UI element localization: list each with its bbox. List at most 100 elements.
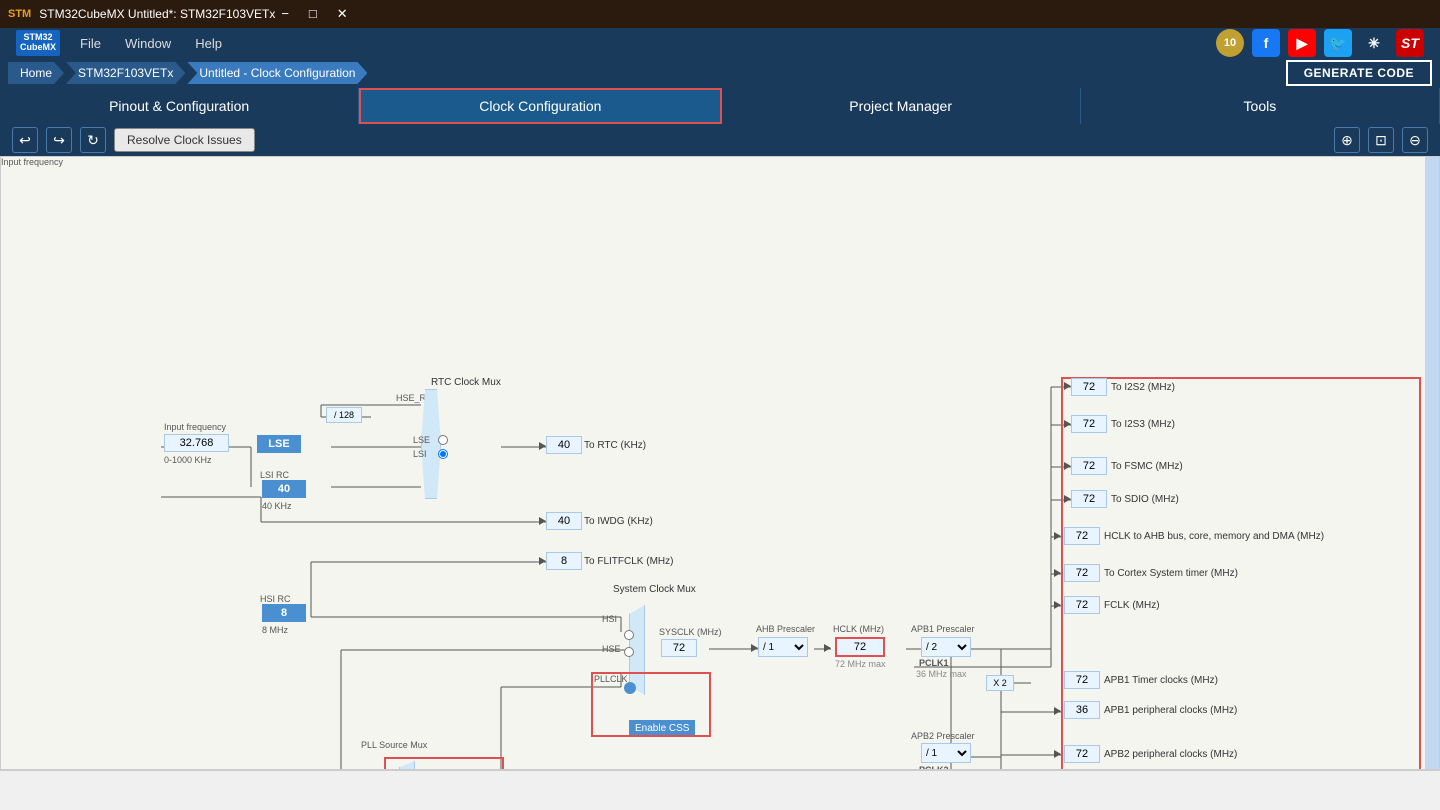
fit-button[interactable]: ⊡ [1368, 127, 1394, 153]
tab-tools[interactable]: Tools [1081, 88, 1440, 124]
menu-window[interactable]: Window [125, 36, 171, 51]
i2s3-label: To I2S3 (MHz) [1111, 419, 1175, 430]
lsi-rc-freq: 40 KHz [262, 501, 292, 511]
network-icon[interactable]: ✳ [1360, 29, 1388, 57]
cortex-val[interactable]: 72 [1064, 564, 1100, 582]
tab-clock[interactable]: Clock Configuration [359, 88, 721, 124]
apb2-periph-val[interactable]: 72 [1064, 745, 1100, 763]
cortex-label: To Cortex System timer (MHz) [1104, 568, 1238, 579]
statusbar [0, 770, 1440, 790]
hclk-max-label: 72 MHz max [835, 659, 886, 669]
menu-help[interactable]: Help [195, 36, 222, 51]
close-btn[interactable]: ✕ [331, 4, 354, 24]
twitter-icon[interactable]: 🐦 [1324, 29, 1352, 57]
lsi-rc-value: 40 [262, 480, 306, 498]
hsi-mux-radio[interactable] [624, 630, 634, 640]
pll-source-mux-label: PLL Source Mux [361, 740, 427, 750]
fclk-val[interactable]: 72 [1064, 596, 1100, 614]
menu-items: File Window Help [80, 36, 1216, 51]
pclk2-label: PCLK2 [919, 765, 949, 770]
minimize-btn[interactable]: − [275, 4, 295, 24]
tab-pinout[interactable]: Pinout & Configuration [0, 88, 359, 124]
rtc-clock-mux-label: RTC Clock Mux [431, 377, 501, 388]
pll-hsi-div2: / 2 [334, 769, 364, 770]
generate-code-button[interactable]: GENERATE CODE [1286, 60, 1432, 86]
hse-mux-radio[interactable] [624, 647, 634, 657]
sdio-top-label: To SDIO (MHz) [1111, 494, 1179, 505]
lse-radio[interactable] [438, 435, 448, 445]
hse-mux-label: HSE [602, 644, 621, 654]
to-flit-label: To FLITFCLK (MHz) [584, 556, 673, 567]
ahb-prescaler-select[interactable]: / 1 [758, 637, 808, 657]
status-right [1429, 775, 1432, 786]
div128-box: / 128 [326, 407, 362, 423]
breadcrumb-config[interactable]: Untitled - Clock Configuration [187, 62, 367, 84]
right-icons: 10 f ▶ 🐦 ✳ ST [1216, 29, 1424, 57]
pllclk-mux-radio[interactable] [624, 682, 636, 694]
i2s3-val[interactable]: 72 [1071, 415, 1107, 433]
flit-val[interactable]: 8 [546, 552, 582, 570]
status-left [8, 775, 11, 786]
apb2-prescaler-label: APB2 Prescaler [911, 731, 975, 741]
tab-bar: Pinout & Configuration Clock Configurati… [0, 88, 1440, 124]
youtube-icon[interactable]: ▶ [1288, 29, 1316, 57]
hsi-rc-label: HSI RC [260, 594, 291, 604]
breadcrumb-bar: Home STM32F103VETx Untitled - Clock Conf… [0, 58, 1440, 88]
sdio-top-val[interactable]: 72 [1071, 490, 1107, 508]
input-freq-range: 0-1000 KHz [164, 455, 212, 465]
hsi-rc-value: 8 [262, 604, 306, 622]
scrollbar[interactable] [1425, 157, 1439, 769]
sysclk-label: SYSCLK (MHz) [659, 627, 722, 637]
st-icon[interactable]: ST [1396, 29, 1424, 57]
fclk-label: FCLK (MHz) [1104, 600, 1160, 611]
hclk-mhz-label: HCLK (MHz) [833, 624, 884, 634]
pll-source-mux-shape [399, 761, 415, 770]
redo-button[interactable]: ↪ [46, 127, 72, 153]
facebook-icon[interactable]: f [1252, 29, 1280, 57]
version-icon: 10 [1216, 29, 1244, 57]
apb2-prescaler-select[interactable]: / 1 [921, 743, 971, 763]
menu-file[interactable]: File [80, 36, 101, 51]
iwdg-val[interactable]: 40 [546, 512, 582, 530]
lsi-radio-label: LSI [413, 449, 427, 459]
sysclk-val[interactable]: 72 [661, 639, 697, 657]
hclk-val-input[interactable] [835, 637, 885, 657]
to-rtc-label: To RTC (KHz) [584, 440, 646, 451]
lse-box: LSE [257, 435, 301, 453]
clock-diagram-canvas: Input frequency Input frequency 32.768 0… [0, 156, 1440, 770]
lsi-rc-label: LSI RC [260, 470, 289, 480]
rtc-val[interactable]: 40 [546, 436, 582, 454]
fsmc-label: To FSMC (MHz) [1111, 461, 1183, 472]
apb1-prescaler-select[interactable]: / 2 [921, 637, 971, 657]
refresh-button[interactable]: ↻ [80, 127, 106, 153]
apb1-x2: X 2 [986, 675, 1014, 691]
breadcrumb-device[interactable]: STM32F103VETx [66, 62, 185, 84]
i2s2-label: To I2S2 (MHz) [1111, 382, 1175, 393]
enable-css-button[interactable]: Enable CSS [629, 720, 695, 737]
ahb-prescaler-label: AHB Prescaler [756, 624, 815, 634]
apb1-periph-val[interactable]: 36 [1064, 701, 1100, 719]
input-freq-label-2: Input frequency [164, 422, 226, 432]
app-logo: STM [8, 8, 31, 20]
apb1-prescaler-label: APB1 Prescaler [911, 624, 975, 634]
titlebar: STM STM32CubeMX Untitled*: STM32F103VETx… [0, 0, 1440, 28]
fsmc-val[interactable]: 72 [1071, 457, 1107, 475]
apb1-timer-val[interactable]: 72 [1064, 671, 1100, 689]
lsi-radio[interactable] [438, 449, 448, 459]
cube-logo: STM32CubeMX [16, 30, 60, 56]
hsi-mux-label: HSI [602, 614, 617, 624]
zoom-in-button[interactable]: ⊕ [1334, 127, 1360, 153]
i2s2-val[interactable]: 72 [1071, 378, 1107, 396]
zoom-out-button[interactable]: ⊖ [1402, 127, 1428, 153]
hclk-ahb-val[interactable]: 72 [1064, 527, 1100, 545]
lse-radio-label: LSE [413, 435, 430, 445]
apb2-periph-label: APB2 peripheral clocks (MHz) [1104, 749, 1237, 760]
undo-button[interactable]: ↩ [12, 127, 38, 153]
resolve-clock-issues-button[interactable]: Resolve Clock Issues [114, 128, 255, 152]
breadcrumb-home[interactable]: Home [8, 62, 64, 84]
system-clock-mux-label: System Clock Mux [613, 584, 696, 595]
diagram-svg [1, 157, 1439, 769]
tab-project[interactable]: Project Manager [722, 88, 1081, 124]
maximize-btn[interactable]: □ [303, 4, 323, 24]
input-freq-value[interactable]: 32.768 [164, 434, 229, 452]
